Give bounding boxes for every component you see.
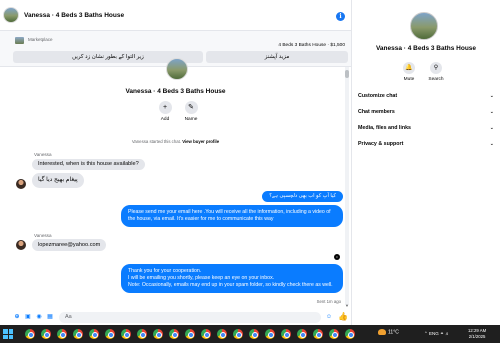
chat-title[interactable]: Vanessa · 4 Beds 3 Baths House <box>24 12 124 19</box>
listing-thumbnail[interactable] <box>15 37 24 44</box>
pencil-icon: ✎ <box>184 101 198 114</box>
incoming-message[interactable]: پیغام بھیج دیا گیا <box>32 173 84 188</box>
chat-members-row[interactable]: Chat members ⌄ <box>358 109 494 119</box>
chrome-icon[interactable] <box>345 329 355 339</box>
customize-chat-row[interactable]: Customize chat ⌄ <box>358 93 494 103</box>
chrome-icon[interactable] <box>153 329 163 339</box>
chat-window: Vanessa · 4 Beds 3 Baths House i Marketp… <box>0 0 351 325</box>
clock[interactable]: 12:29 AM 2/1/2025 <box>468 328 486 340</box>
info-icon[interactable]: i <box>336 12 345 21</box>
scroll-down-icon[interactable]: ▼ <box>345 304 349 308</box>
chrome-icon[interactable] <box>281 329 291 339</box>
more-options-button[interactable]: مزید آپشنز <box>206 51 348 63</box>
view-buyer-profile-link[interactable]: View buyer profile <box>182 139 219 144</box>
chrome-icon[interactable] <box>233 329 243 339</box>
chrome-icon[interactable] <box>249 329 259 339</box>
side-title: Vanessa · 4 Beds 3 Baths House <box>375 45 477 52</box>
chrome-icon[interactable] <box>121 329 131 339</box>
chrome-icon[interactable] <box>297 329 307 339</box>
sender-name: Vanessa <box>34 233 52 238</box>
intro-title: Vanessa · 4 Beds 3 Baths House <box>125 88 226 95</box>
message-input[interactable]: Aa <box>59 312 321 323</box>
intro-avatar <box>166 58 188 80</box>
chrome-icon[interactable] <box>169 329 179 339</box>
volume-icon[interactable]: ♬ <box>445 331 450 336</box>
weather-icon <box>378 329 386 335</box>
name-button[interactable]: ✎ Name <box>176 101 206 122</box>
contact-avatar[interactable] <box>3 7 19 23</box>
chrome-icon[interactable] <box>217 329 227 339</box>
gif-icon[interactable]: ▦ <box>46 313 54 321</box>
chrome-icon[interactable] <box>89 329 99 339</box>
chrome-icon[interactable] <box>25 329 35 339</box>
chevron-down-icon: ⌄ <box>489 125 494 131</box>
chat-started-note: Vanessa started this chat. View buyer pr… <box>131 139 220 144</box>
listing-title[interactable]: 4 Beds 3 Baths House · $1,500 <box>278 43 345 48</box>
chrome-icon[interactable] <box>185 329 195 339</box>
chrome-icon[interactable] <box>313 329 323 339</box>
marketplace-label: Marketplace <box>28 37 53 42</box>
chevron-down-icon: ⌄ <box>489 141 494 147</box>
sender-name: Vanessa <box>34 152 52 157</box>
outgoing-message[interactable]: کیا آپ کو اب بھی دلچسپی ہے؟ <box>262 191 343 202</box>
chevron-down-icon: ⌄ <box>489 109 494 115</box>
incoming-message[interactable]: Interested, when is this house available… <box>32 159 145 170</box>
outgoing-message[interactable]: Please send me your email here .You will… <box>121 205 343 227</box>
plus-icon[interactable]: ⊕ <box>13 313 21 321</box>
tray-lang[interactable]: ENG <box>429 331 439 336</box>
sticker-icon[interactable]: ◉ <box>35 313 43 321</box>
chrome-icon[interactable] <box>105 329 115 339</box>
like-icon[interactable]: 👍 <box>338 312 348 321</box>
chrome-icon[interactable] <box>57 329 67 339</box>
composer: ⊕ ▣ ◉ ▦ Aa ☺ 👍 <box>0 310 351 325</box>
image-icon[interactable]: ▣ <box>24 313 32 321</box>
incoming-message[interactable]: lopezmaree@yahoo.com <box>32 239 107 251</box>
windows-start-icon[interactable] <box>3 329 13 339</box>
seen-avatar-icon: • <box>334 254 340 260</box>
sender-avatar[interactable] <box>16 240 26 250</box>
scrollbar-thumb[interactable] <box>345 70 349 78</box>
outgoing-message[interactable]: Thank you for your cooperation. I will b… <box>121 264 343 293</box>
add-person-icon: + <box>158 101 172 114</box>
emoji-icon[interactable]: ☺ <box>325 313 333 321</box>
weather-widget[interactable]: 11°C <box>378 329 399 335</box>
sender-avatar[interactable] <box>16 179 26 189</box>
scrollbar[interactable] <box>345 67 349 305</box>
mute-button[interactable]: 🔔 Mute <box>395 62 423 82</box>
search-icon: ⚲ <box>430 62 442 74</box>
system-tray[interactable]: ⌃ ENG ⚭ ♬ <box>424 331 450 337</box>
chrome-icon[interactable] <box>329 329 339 339</box>
chrome-icon[interactable] <box>41 329 51 339</box>
chrome-icon[interactable] <box>137 329 147 339</box>
chrome-icon[interactable] <box>265 329 275 339</box>
side-avatar[interactable] <box>410 12 438 40</box>
chevron-up-icon[interactable]: ⌃ <box>424 331 428 336</box>
privacy-support-row[interactable]: Privacy & support ⌄ <box>358 141 494 151</box>
chat-details-panel: Vanessa · 4 Beds 3 Baths House 🔔 Mute ⚲ … <box>352 0 500 325</box>
search-button[interactable]: ⚲ Search <box>422 62 450 82</box>
chrome-icon[interactable] <box>73 329 83 339</box>
windows-taskbar: 11°C ⌃ ENG ⚭ ♬ 12:29 AM 2/1/2025 <box>0 325 500 343</box>
media-files-row[interactable]: Media, files and links ⌄ <box>358 125 494 135</box>
sent-status: Sent 1m ago <box>316 299 341 304</box>
wifi-icon[interactable]: ⚭ <box>440 331 444 336</box>
chrome-icon[interactable] <box>201 329 211 339</box>
chat-header: Vanessa · 4 Beds 3 Baths House i <box>0 0 351 31</box>
bell-icon: 🔔 <box>403 62 415 74</box>
chevron-down-icon: ⌄ <box>489 93 494 99</box>
